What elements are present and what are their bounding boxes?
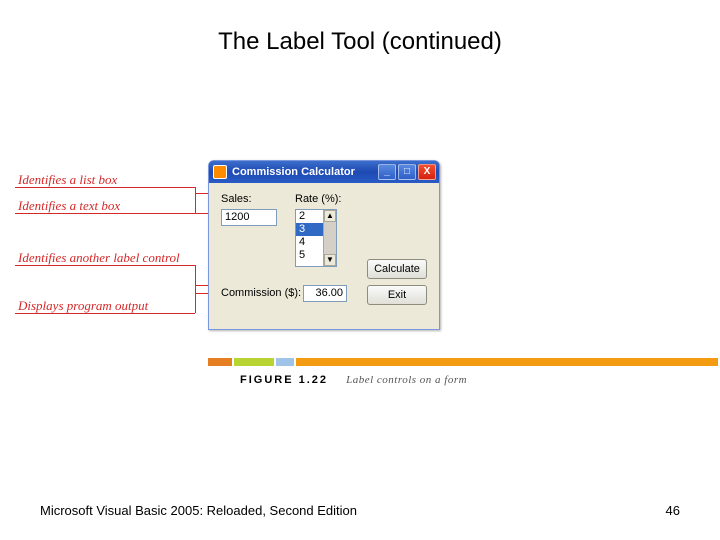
commission-label: Commission ($):: [221, 287, 301, 299]
figure-caption-text: Label controls on a form: [346, 374, 467, 386]
scrollbar[interactable]: ▲ ▼: [323, 210, 336, 266]
figure-number: FIGURE 1.22: [240, 374, 328, 386]
page-number: 46: [666, 503, 680, 518]
maximize-button[interactable]: □: [398, 164, 416, 180]
window-title: Commission Calculator: [232, 166, 376, 178]
footer-left: Microsoft Visual Basic 2005: Reloaded, S…: [40, 503, 357, 518]
callout-label: Identifies another label control: [18, 250, 180, 266]
commission-output: 36.00: [303, 285, 347, 302]
figure-color-bar: [208, 358, 718, 366]
footer: Microsoft Visual Basic 2005: Reloaded, S…: [40, 503, 680, 518]
exit-button[interactable]: Exit: [367, 285, 427, 305]
figure-caption: FIGURE 1.22 Label controls on a form: [240, 374, 467, 386]
callout-textbox: Identifies a text box: [18, 198, 120, 214]
callout-output: Displays program output: [18, 298, 148, 314]
scroll-down-icon[interactable]: ▼: [324, 254, 336, 266]
calculate-button[interactable]: Calculate: [367, 259, 427, 279]
form-window: Commission Calculator _ □ X Sales: Rate …: [208, 160, 440, 330]
slide-title: The Label Tool (continued): [0, 0, 720, 56]
close-button[interactable]: X: [418, 164, 436, 180]
app-icon: [213, 165, 227, 179]
sales-label: Sales:: [221, 193, 252, 205]
titlebar[interactable]: Commission Calculator _ □ X: [209, 161, 439, 183]
scroll-up-icon[interactable]: ▲: [324, 210, 336, 222]
callout-listbox: Identifies a list box: [18, 172, 117, 188]
figure-area: Identifies a list box Identifies a text …: [0, 160, 720, 380]
rate-listbox[interactable]: 2345 ▲ ▼: [295, 209, 337, 267]
sales-textbox[interactable]: 1200: [221, 209, 277, 226]
minimize-button[interactable]: _: [378, 164, 396, 180]
rate-label: Rate (%):: [295, 193, 341, 205]
